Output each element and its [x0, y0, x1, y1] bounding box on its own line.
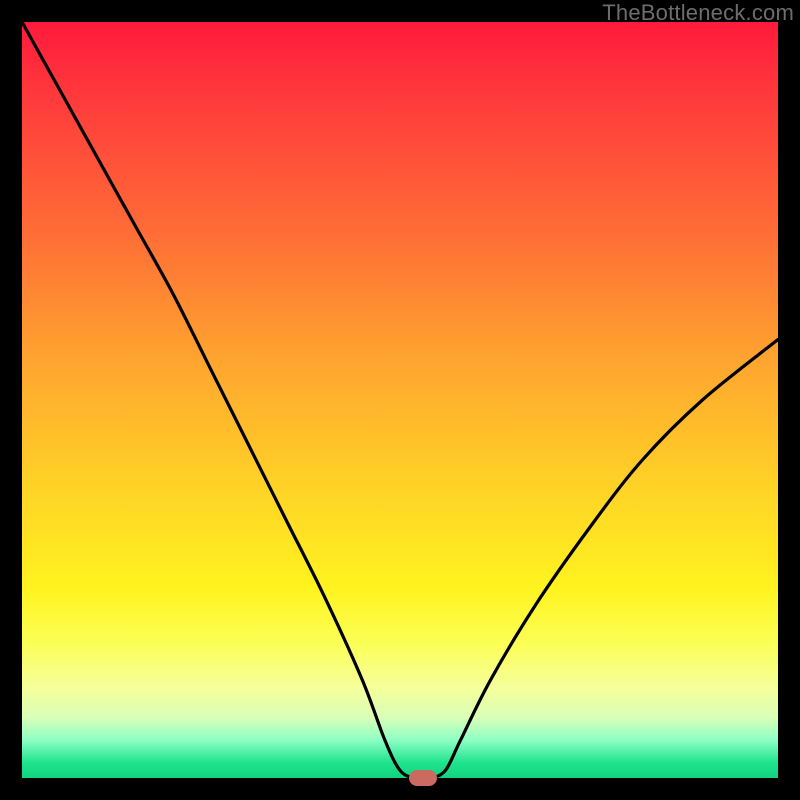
optimum-marker: [409, 770, 437, 786]
bottleneck-curve: [22, 22, 778, 778]
plot-area: [22, 22, 778, 778]
watermark-text: TheBottleneck.com: [602, 0, 794, 26]
curve-path: [22, 22, 778, 778]
chart-frame: TheBottleneck.com: [0, 0, 800, 800]
